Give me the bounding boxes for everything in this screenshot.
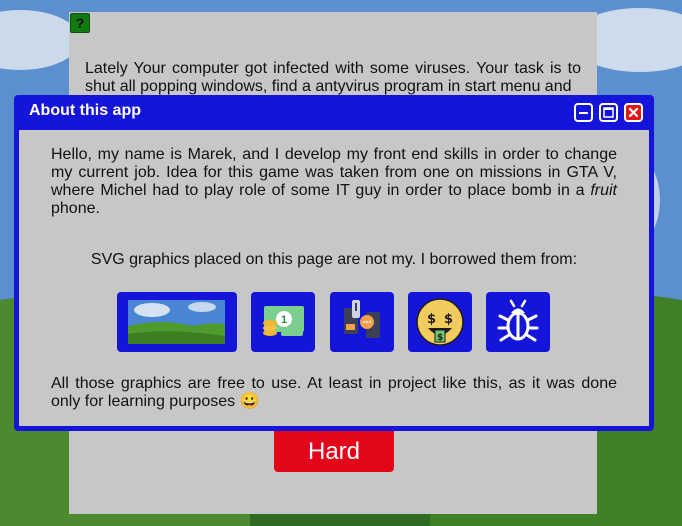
svg-text:1: 1 bbox=[281, 314, 287, 326]
help-icon[interactable]: ? bbox=[70, 13, 90, 33]
about-dialog: About this app Hello, my name is Marek, … bbox=[14, 95, 654, 431]
wallpaper-image bbox=[128, 300, 225, 344]
money-icon-link[interactable]: 1 bbox=[251, 292, 315, 352]
maximize-button[interactable] bbox=[599, 103, 618, 122]
close-button[interactable] bbox=[624, 103, 643, 122]
usage-note-text: All those graphics are free to use. At l… bbox=[51, 375, 617, 410]
bug-icon bbox=[497, 299, 539, 342]
about-text-emphasis: fruit bbox=[590, 182, 617, 199]
money-face-emoji-link[interactable]: $ $ $ bbox=[408, 292, 472, 352]
about-text-end: phone. bbox=[51, 200, 100, 217]
about-text-main: Hello, my name is Marek, and I develop m… bbox=[51, 146, 617, 199]
credit-text: SVG graphics placed on this page are not… bbox=[90, 251, 578, 268]
money-face-emoji-icon: $ $ $ bbox=[416, 298, 464, 346]
intro-text: Lately Your computer got infected with s… bbox=[85, 60, 581, 95]
minimize-button[interactable] bbox=[574, 103, 593, 122]
usage-note: All those graphics are free to use. At l… bbox=[51, 375, 617, 411]
close-icon bbox=[628, 107, 639, 118]
dialog-titlebar[interactable]: About this app bbox=[14, 95, 654, 128]
wallpaper-image-link[interactable] bbox=[117, 292, 237, 352]
svg-text:$: $ bbox=[437, 333, 443, 343]
phone-app-icon-link[interactable] bbox=[330, 292, 394, 352]
money-icon: 1 bbox=[263, 306, 304, 336]
dialog-body: Hello, my name is Marek, and I develop m… bbox=[19, 130, 649, 426]
phone-app-icon bbox=[344, 300, 380, 338]
minimize-icon bbox=[579, 112, 588, 114]
maximize-icon bbox=[603, 107, 614, 118]
smile-emoji-icon: 😀 bbox=[239, 393, 260, 410]
about-text: Hello, my name is Marek, and I develop m… bbox=[51, 146, 617, 218]
svg-text:$: $ bbox=[444, 312, 453, 327]
bug-icon-link[interactable] bbox=[486, 292, 550, 352]
dialog-title: About this app bbox=[29, 102, 141, 119]
svg-text:$: $ bbox=[427, 312, 436, 327]
